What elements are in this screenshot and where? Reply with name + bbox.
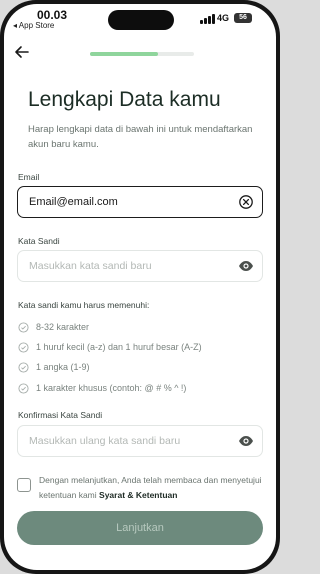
step-progress-bar xyxy=(90,52,194,56)
battery-icon: 56 xyxy=(234,13,252,23)
signal-icon xyxy=(200,14,216,24)
check-circle-icon xyxy=(18,342,29,353)
rule-text: 1 angka (1-9) xyxy=(36,362,90,372)
email-field[interactable] xyxy=(17,186,263,218)
phone-frame: 00.03 ◂ App Store 4G 56 Lengkapi Data ka… xyxy=(0,0,280,574)
app-screen: 00.03 ◂ App Store 4G 56 Lengkapi Data ka… xyxy=(4,4,276,570)
battery-level: 56 xyxy=(239,14,247,21)
confirm-password-field[interactable] xyxy=(17,425,263,457)
eye-icon[interactable] xyxy=(238,433,254,449)
password-input[interactable] xyxy=(29,251,229,281)
continue-button[interactable]: Lanjutkan xyxy=(17,511,263,545)
clear-icon[interactable] xyxy=(238,194,254,210)
check-circle-icon xyxy=(18,383,29,394)
rule-text: 1 huruf kecil (a-z) dan 1 huruf besar (A… xyxy=(36,342,202,352)
status-time: 00.03 xyxy=(37,8,68,22)
check-circle-icon xyxy=(18,322,29,333)
page-subtitle: Harap lengkapi data di bawah ini untuk m… xyxy=(28,124,253,150)
password-label: Kata Sandi xyxy=(18,236,60,246)
confirm-password-label: Konfirmasi Kata Sandi xyxy=(18,410,103,420)
password-field[interactable] xyxy=(17,250,263,282)
dynamic-island xyxy=(108,10,174,30)
terms-link[interactable]: Syarat & Ketentuan xyxy=(99,490,177,500)
status-bar: 00.03 ◂ App Store 4G 56 xyxy=(4,4,276,34)
rule-text: 8-32 karakter xyxy=(36,322,90,332)
check-circle-icon xyxy=(18,362,29,373)
consent-text: Dengan melanjutkan, Anda telah membaca d… xyxy=(39,473,264,503)
page-title: Lengkapi Data kamu xyxy=(28,88,221,111)
back-to-app-link[interactable]: ◂ App Store xyxy=(13,21,54,30)
confirm-password-input[interactable] xyxy=(29,426,229,456)
email-input[interactable] xyxy=(29,187,229,217)
step-progress-fill xyxy=(90,52,158,56)
back-arrow-icon[interactable] xyxy=(12,42,32,62)
consent-checkbox[interactable] xyxy=(17,478,31,492)
password-rules-title: Kata sandi kamu harus memenuhi: xyxy=(18,300,150,310)
network-type: 4G xyxy=(217,13,230,23)
rule-text: 1 karakter khusus (contoh: @ # % ^ !) xyxy=(36,383,187,393)
eye-icon[interactable] xyxy=(238,258,254,274)
email-label: Email xyxy=(18,172,40,182)
